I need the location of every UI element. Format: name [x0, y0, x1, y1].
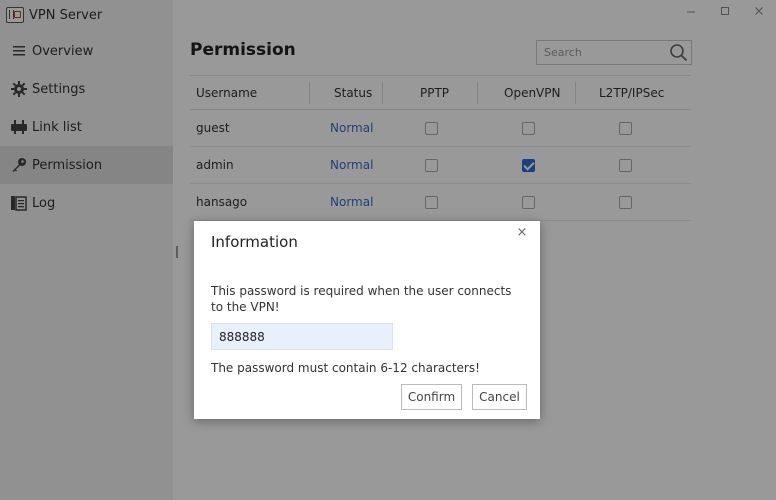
- password-hint: The password must contain 6-12 character…: [211, 361, 480, 375]
- information-dialog: Information × This password is required …: [194, 221, 540, 419]
- confirm-button[interactable]: Confirm: [401, 384, 462, 410]
- cancel-button[interactable]: Cancel: [472, 384, 527, 410]
- dialog-title: Information: [211, 233, 298, 251]
- password-field[interactable]: [211, 323, 393, 350]
- app-window: VPN Server Overview Settings Link list P…: [0, 0, 776, 500]
- close-icon[interactable]: ×: [515, 226, 529, 240]
- dialog-message: This password is required when the user …: [211, 284, 512, 314]
